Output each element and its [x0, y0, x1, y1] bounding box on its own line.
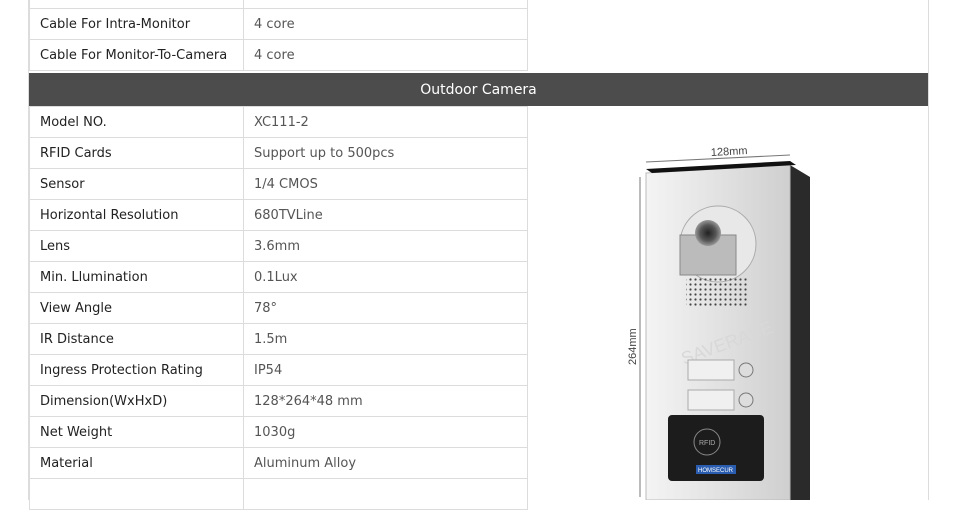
spec-value: 1030g [243, 416, 528, 448]
spec-row: Dimension(WxHxD) 128*264*48 mm [29, 385, 528, 417]
spec-label: View Angle [29, 292, 244, 324]
spec-row [29, 0, 528, 9]
spec-label: Net Weight [29, 416, 244, 448]
brand-label: HOMSECUR [698, 468, 734, 474]
spec-label: Material [29, 447, 244, 479]
spec-label: Dimension(WxHxD) [29, 385, 244, 417]
spec-label: Min. Llumination [29, 261, 244, 293]
name-plate-2 [687, 389, 735, 411]
section-header: Outdoor Camera [29, 73, 928, 106]
spec-label: Cable For Intra-Monitor [29, 8, 244, 40]
call-button-2 [738, 392, 754, 408]
spec-row: Model NO. XC111-2 [29, 106, 528, 138]
section-title: Outdoor Camera [420, 81, 537, 98]
panel-side [790, 165, 810, 500]
product-image: 128mm 264mm SAVERASE RFID HOMSECUR [528, 107, 928, 501]
spec-table-top: Cable For Intra-Monitor 4 core Cable For M… [29, 0, 528, 71]
spec-row [29, 478, 528, 510]
width-label: 128mm [711, 145, 748, 159]
spec-row: View Angle 78° [29, 292, 528, 324]
spec-row: Ingress Protection Rating IP54 [29, 354, 528, 386]
outdoor-camera-illustration: 128mm 264mm SAVERASE RFID HOMSECUR [627, 145, 810, 501]
spec-value: IP54 [243, 354, 528, 386]
spec-value: 78° [243, 292, 528, 324]
call-button-1 [738, 362, 754, 378]
spec-value: 3.6mm [243, 230, 528, 262]
spec-row: Min. Llumination 0.1Lux [29, 261, 528, 293]
camera-spec-table: Model NO. XC111-2 RFID Cards Support up to … [29, 106, 528, 510]
spec-label: Ingress Protection Rating [29, 354, 244, 386]
spec-label: Lens [29, 230, 244, 262]
spec-value: 1.5m [243, 323, 528, 355]
spec-label: Cable For Monitor-To-Camera [29, 39, 244, 71]
spec-value: 128*264*48 mm [243, 385, 528, 417]
spec-row: RFID Cards Support up to 500pcs [29, 137, 528, 169]
spec-value [243, 0, 528, 9]
spec-label: Sensor [29, 168, 244, 200]
spec-row: Material Aluminum Alloy [29, 447, 528, 479]
spec-row: Cable For Intra-Monitor 4 core [29, 8, 528, 40]
spec-label [29, 0, 244, 9]
rfid-label: RFID [699, 440, 715, 447]
height-label: 264mm [627, 328, 639, 365]
spec-label: Model NO. [29, 106, 244, 138]
spec-value: 0.1Lux [243, 261, 528, 293]
spec-value: Aluminum Alloy [243, 447, 528, 479]
spec-value: XC111-2 [243, 106, 528, 138]
camera-lens-icon [695, 220, 721, 246]
spec-value: 4 core [243, 39, 528, 71]
spec-value [243, 478, 528, 510]
spec-row: Sensor 1/4 CMOS [29, 168, 528, 200]
spec-label: IR Distance [29, 323, 244, 355]
spec-row: IR Distance 1.5m [29, 323, 528, 355]
spec-label: RFID Cards [29, 137, 244, 169]
name-plate-1 [687, 359, 735, 381]
spec-row: Lens 3.6mm [29, 230, 528, 262]
spec-value: 1/4 CMOS [243, 168, 528, 200]
spec-row: Horizontal Resolution 680TVLine [29, 199, 528, 231]
spec-label [29, 478, 244, 510]
spec-row: Cable For Monitor-To-Camera 4 core [29, 39, 528, 71]
spec-value: 4 core [243, 8, 528, 40]
spec-row: Net Weight 1030g [29, 416, 528, 448]
speaker-grille [686, 277, 748, 307]
spec-label: Horizontal Resolution [29, 199, 244, 231]
spec-value: 680TVLine [243, 199, 528, 231]
spec-value: Support up to 500pcs [243, 137, 528, 169]
